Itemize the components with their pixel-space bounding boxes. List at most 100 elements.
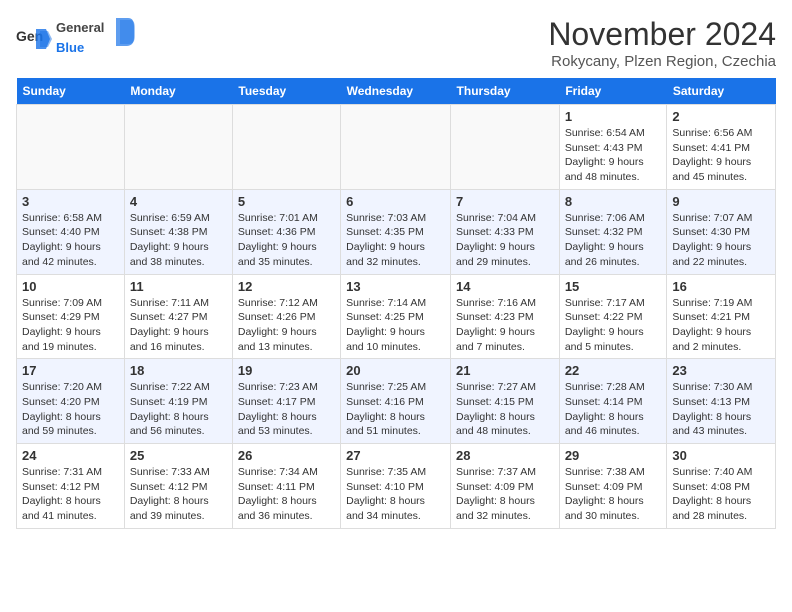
day-info: Sunrise: 7:19 AM Sunset: 4:21 PM Dayligh… <box>672 296 770 355</box>
day-number: 8 <box>565 194 662 209</box>
calendar-cell <box>124 105 232 190</box>
calendar-header-row: SundayMondayTuesdayWednesdayThursdayFrid… <box>17 78 776 105</box>
calendar-cell: 16 Sunrise: 7:19 AM Sunset: 4:21 PM Dayli… <box>667 274 776 359</box>
day-number: 27 <box>346 448 445 463</box>
week-row-2: 3Sunrise: 6:58 AM Sunset: 4:40 PM Daylig… <box>17 189 776 274</box>
calendar-cell: 7 Sunrise: 7:04 AM Sunset: 4:33 PM Daylig… <box>451 189 560 274</box>
day-number: 16 <box>672 279 770 294</box>
logo-text: General Blue <box>56 16 136 61</box>
calendar-cell <box>341 105 451 190</box>
day-number: 12 <box>238 279 335 294</box>
day-info: Sunrise: 7:06 AM Sunset: 4:32 PM Dayligh… <box>565 211 662 270</box>
calendar-cell: 11 Sunrise: 7:11 AM Sunset: 4:27 PM Dayli… <box>124 274 232 359</box>
day-number: 14 <box>456 279 554 294</box>
calendar-cell <box>232 105 340 190</box>
day-number: 11 <box>130 279 227 294</box>
day-info: Sunrise: 7:35 AM Sunset: 4:10 PM Dayligh… <box>346 465 445 524</box>
day-info: Sunrise: 7:22 AM Sunset: 4:19 PM Dayligh… <box>130 380 227 439</box>
month-title: November 2024 <box>548 16 776 53</box>
calendar-cell: 22 Sunrise: 7:28 AM Sunset: 4:14 PM Dayli… <box>559 359 667 444</box>
location: Rokycany, Plzen Region, Czechia <box>548 53 776 70</box>
calendar-cell: 12 Sunrise: 7:12 AM Sunset: 4:26 PM Dayli… <box>232 274 340 359</box>
calendar-cell: 18Sunrise: 7:22 AM Sunset: 4:19 PM Dayli… <box>124 359 232 444</box>
day-info: Sunrise: 7:09 AM Sunset: 4:29 PM Dayligh… <box>22 296 119 355</box>
day-number: 9 <box>672 194 770 209</box>
day-number: 7 <box>456 194 554 209</box>
header-saturday: Saturday <box>667 78 776 105</box>
day-info: Sunrise: 7:14 AM Sunset: 4:25 PM Dayligh… <box>346 296 445 355</box>
day-number: 1 <box>565 109 662 124</box>
day-number: 28 <box>456 448 554 463</box>
calendar-cell: 23Sunrise: 7:30 AM Sunset: 4:13 PM Dayli… <box>667 359 776 444</box>
calendar-cell: 17Sunrise: 7:20 AM Sunset: 4:20 PM Dayli… <box>17 359 125 444</box>
calendar-cell: 28 Sunrise: 7:37 AM Sunset: 4:09 PM Dayli… <box>451 444 560 529</box>
day-info: Sunrise: 6:59 AM Sunset: 4:38 PM Dayligh… <box>130 211 227 270</box>
calendar-cell: 5Sunrise: 7:01 AM Sunset: 4:36 PM Daylig… <box>232 189 340 274</box>
day-info: Sunrise: 7:38 AM Sunset: 4:09 PM Dayligh… <box>565 465 662 524</box>
week-row-4: 17Sunrise: 7:20 AM Sunset: 4:20 PM Dayli… <box>17 359 776 444</box>
day-info: Sunrise: 7:31 AM Sunset: 4:12 PM Dayligh… <box>22 465 119 524</box>
day-info: Sunrise: 7:33 AM Sunset: 4:12 PM Dayligh… <box>130 465 227 524</box>
header-sunday: Sunday <box>17 78 125 105</box>
header-monday: Monday <box>124 78 232 105</box>
calendar-cell: 1 Sunrise: 6:54 AM Sunset: 4:43 PM Daylig… <box>559 105 667 190</box>
week-row-5: 24 Sunrise: 7:31 AM Sunset: 4:12 PM Dayli… <box>17 444 776 529</box>
day-number: 25 <box>130 448 227 463</box>
calendar-cell: 29Sunrise: 7:38 AM Sunset: 4:09 PM Dayli… <box>559 444 667 529</box>
header-friday: Friday <box>559 78 667 105</box>
calendar-cell: 13 Sunrise: 7:14 AM Sunset: 4:25 PM Dayli… <box>341 274 451 359</box>
calendar-cell: 3Sunrise: 6:58 AM Sunset: 4:40 PM Daylig… <box>17 189 125 274</box>
day-number: 19 <box>238 363 335 378</box>
calendar-cell: 30 Sunrise: 7:40 AM Sunset: 4:08 PM Dayli… <box>667 444 776 529</box>
header-wednesday: Wednesday <box>341 78 451 105</box>
day-info: Sunrise: 7:23 AM Sunset: 4:17 PM Dayligh… <box>238 380 335 439</box>
day-info: Sunrise: 7:40 AM Sunset: 4:08 PM Dayligh… <box>672 465 770 524</box>
day-number: 26 <box>238 448 335 463</box>
day-info: Sunrise: 7:07 AM Sunset: 4:30 PM Dayligh… <box>672 211 770 270</box>
day-info: Sunrise: 7:16 AM Sunset: 4:23 PM Dayligh… <box>456 296 554 355</box>
header-thursday: Thursday <box>451 78 560 105</box>
calendar-cell: 21 Sunrise: 7:27 AM Sunset: 4:15 PM Dayli… <box>451 359 560 444</box>
day-number: 20 <box>346 363 445 378</box>
calendar-cell: 25 Sunrise: 7:33 AM Sunset: 4:12 PM Dayli… <box>124 444 232 529</box>
day-number: 6 <box>346 194 445 209</box>
day-info: Sunrise: 7:37 AM Sunset: 4:09 PM Dayligh… <box>456 465 554 524</box>
header-area: Gen General Blue November 2024 Rokycany,… <box>16 16 776 70</box>
week-row-1: 1 Sunrise: 6:54 AM Sunset: 4:43 PM Daylig… <box>17 105 776 190</box>
calendar-cell: 15Sunrise: 7:17 AM Sunset: 4:22 PM Dayli… <box>559 274 667 359</box>
day-info: Sunrise: 7:27 AM Sunset: 4:15 PM Dayligh… <box>456 380 554 439</box>
svg-text:General: General <box>56 20 104 35</box>
day-info: Sunrise: 7:11 AM Sunset: 4:27 PM Dayligh… <box>130 296 227 355</box>
day-number: 21 <box>456 363 554 378</box>
calendar-cell: 27 Sunrise: 7:35 AM Sunset: 4:10 PM Dayli… <box>341 444 451 529</box>
calendar-cell: 26Sunrise: 7:34 AM Sunset: 4:11 PM Dayli… <box>232 444 340 529</box>
day-info: Sunrise: 7:04 AM Sunset: 4:33 PM Dayligh… <box>456 211 554 270</box>
day-number: 4 <box>130 194 227 209</box>
day-number: 22 <box>565 363 662 378</box>
day-number: 13 <box>346 279 445 294</box>
calendar-cell: 24 Sunrise: 7:31 AM Sunset: 4:12 PM Dayli… <box>17 444 125 529</box>
day-number: 15 <box>565 279 662 294</box>
day-number: 30 <box>672 448 770 463</box>
calendar-cell: 20 Sunrise: 7:25 AM Sunset: 4:16 PM Dayli… <box>341 359 451 444</box>
day-info: Sunrise: 7:12 AM Sunset: 4:26 PM Dayligh… <box>238 296 335 355</box>
day-info: Sunrise: 7:03 AM Sunset: 4:35 PM Dayligh… <box>346 211 445 270</box>
header-tuesday: Tuesday <box>232 78 340 105</box>
calendar-cell: 6 Sunrise: 7:03 AM Sunset: 4:35 PM Daylig… <box>341 189 451 274</box>
calendar-cell: 8 Sunrise: 7:06 AM Sunset: 4:32 PM Daylig… <box>559 189 667 274</box>
day-info: Sunrise: 7:28 AM Sunset: 4:14 PM Dayligh… <box>565 380 662 439</box>
title-area: November 2024 Rokycany, Plzen Region, Cz… <box>548 16 776 70</box>
day-info: Sunrise: 6:54 AM Sunset: 4:43 PM Dayligh… <box>565 126 662 185</box>
day-info: Sunrise: 7:25 AM Sunset: 4:16 PM Dayligh… <box>346 380 445 439</box>
svg-text:Blue: Blue <box>56 40 84 55</box>
calendar-cell <box>17 105 125 190</box>
day-info: Sunrise: 7:01 AM Sunset: 4:36 PM Dayligh… <box>238 211 335 270</box>
calendar: SundayMondayTuesdayWednesdayThursdayFrid… <box>16 78 776 529</box>
day-number: 24 <box>22 448 119 463</box>
day-number: 17 <box>22 363 119 378</box>
logo: Gen General Blue <box>16 16 136 61</box>
day-number: 3 <box>22 194 119 209</box>
day-number: 23 <box>672 363 770 378</box>
calendar-cell: 2Sunrise: 6:56 AM Sunset: 4:41 PM Daylig… <box>667 105 776 190</box>
calendar-cell <box>451 105 560 190</box>
